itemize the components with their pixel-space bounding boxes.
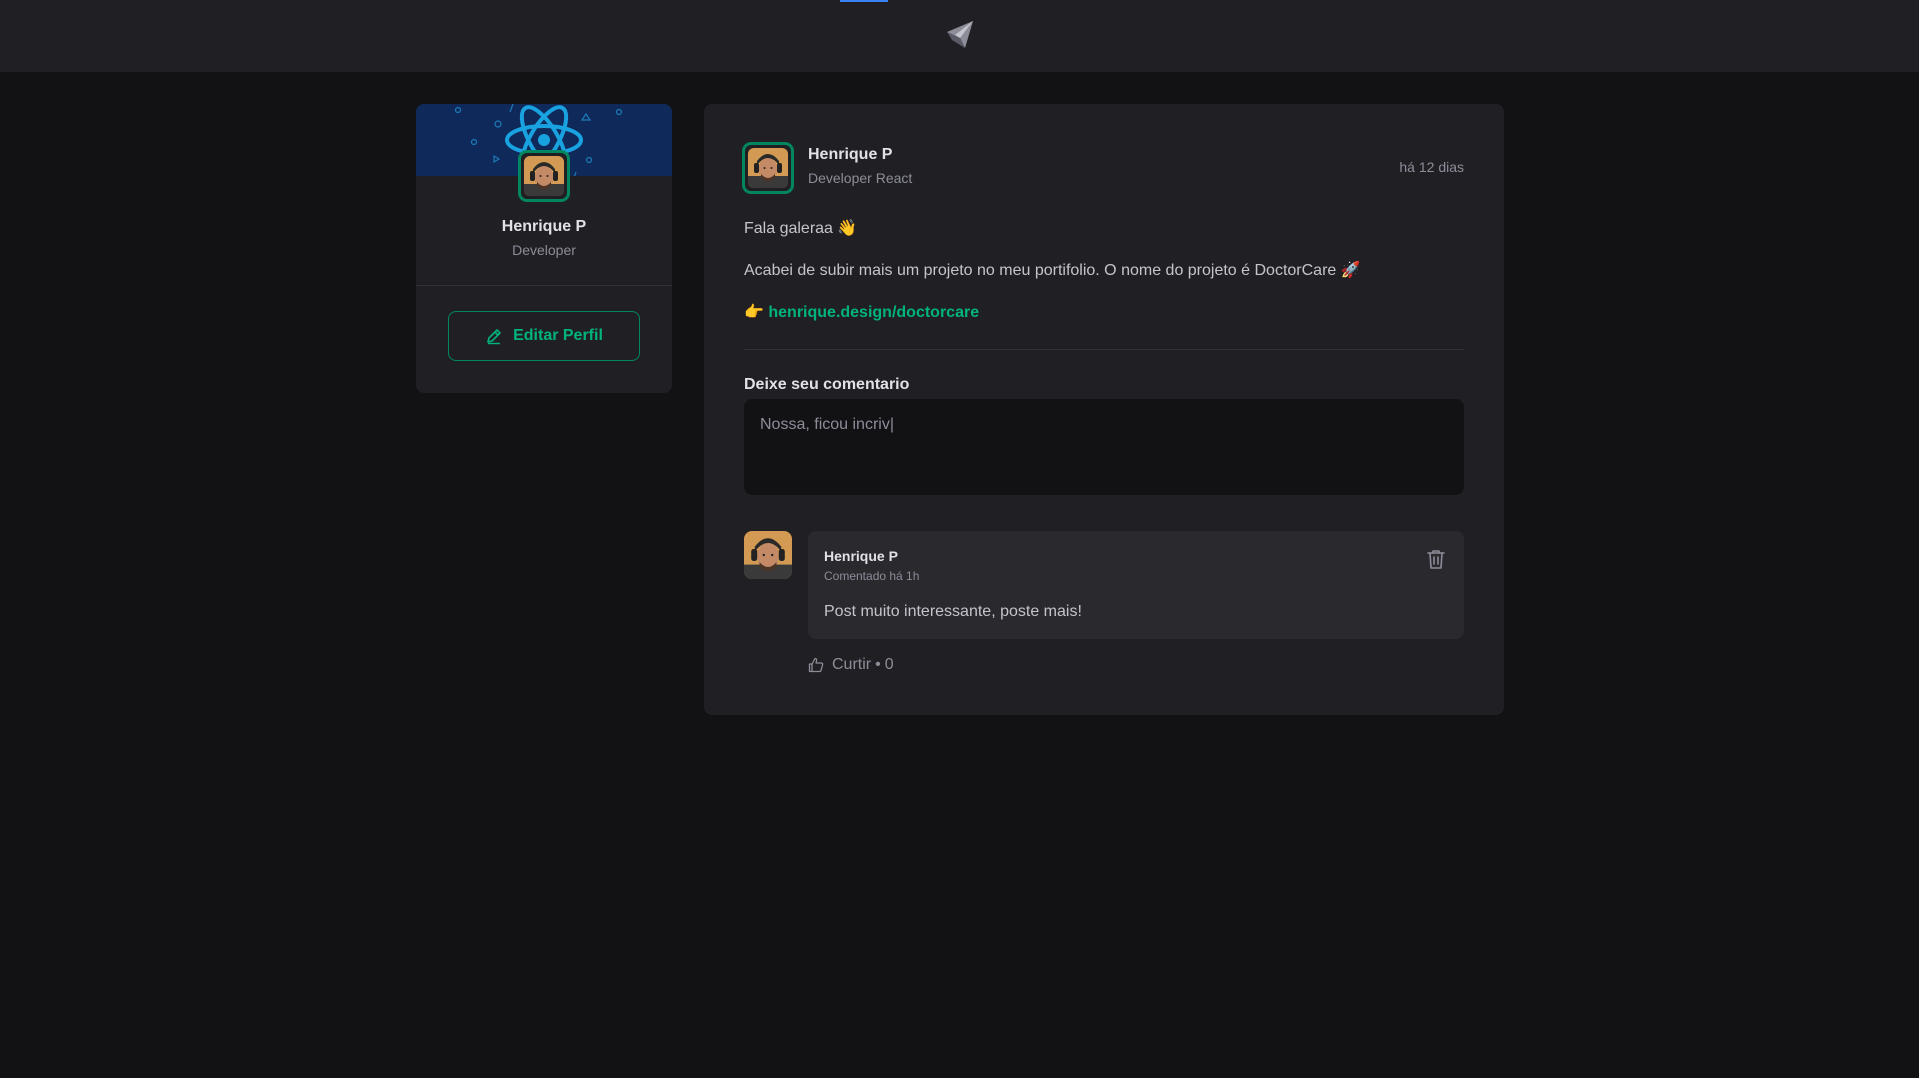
like-label: Curtir: [832, 656, 872, 673]
avatar-image: [744, 531, 792, 579]
pencil-icon: [487, 329, 501, 345]
post-card: Henrique P Developer React há 12 dias Fa…: [704, 104, 1504, 715]
comment-input[interactable]: [744, 399, 1464, 495]
post-line: Acabei de subir mais um projeto no meu p…: [744, 262, 1361, 279]
post-author-name: Henrique P: [808, 146, 893, 163]
edit-profile-label: Editar Perfil: [513, 327, 603, 344]
sidebar-divider: [416, 285, 672, 286]
post-author-avatar[interactable]: [742, 142, 794, 194]
post-time: há 12 dias: [1399, 159, 1464, 175]
profile-name: Henrique P: [501, 218, 587, 235]
edit-profile-button[interactable]: Editar Perfil: [448, 311, 640, 361]
comment-author: Henrique P: [824, 548, 898, 564]
post-line: Fala galeraa 👋: [744, 220, 858, 237]
post-divider: [744, 349, 1464, 350]
thumbs-up-icon: [808, 657, 824, 673]
trash-icon[interactable]: [1424, 547, 1448, 571]
profile-role: Developer: [512, 242, 576, 258]
post-author-role: Developer React: [808, 170, 913, 186]
avatar-image: [524, 156, 564, 196]
comment-form-title: Deixe seu comentario: [744, 376, 910, 393]
comment-author-avatar[interactable]: [744, 531, 792, 579]
comment-time: Comentado há 1h: [824, 569, 920, 583]
like-count: 0: [884, 656, 894, 673]
profile-sidebar: Henrique P Developer Editar Perfil: [416, 104, 672, 393]
like-button[interactable]: Curtir • 0: [808, 656, 894, 674]
avatar[interactable]: [518, 150, 570, 202]
comment-text: Post muito interessante, poste mais!: [824, 603, 1082, 620]
header: [0, 0, 1919, 72]
paper-plane-icon: [947, 21, 973, 48]
comment-box: Henrique P Comentado há 1h Post muito in…: [808, 531, 1464, 639]
header-accent-line: [840, 0, 888, 2]
pointing-hand-icon: 👉: [744, 304, 764, 321]
avatar-image: [748, 148, 788, 188]
post-link[interactable]: henrique.design/doctorcare: [768, 304, 979, 321]
like-separator: •: [875, 656, 881, 673]
post-link-line: 👉 henrique.design/doctorcare: [744, 302, 979, 322]
